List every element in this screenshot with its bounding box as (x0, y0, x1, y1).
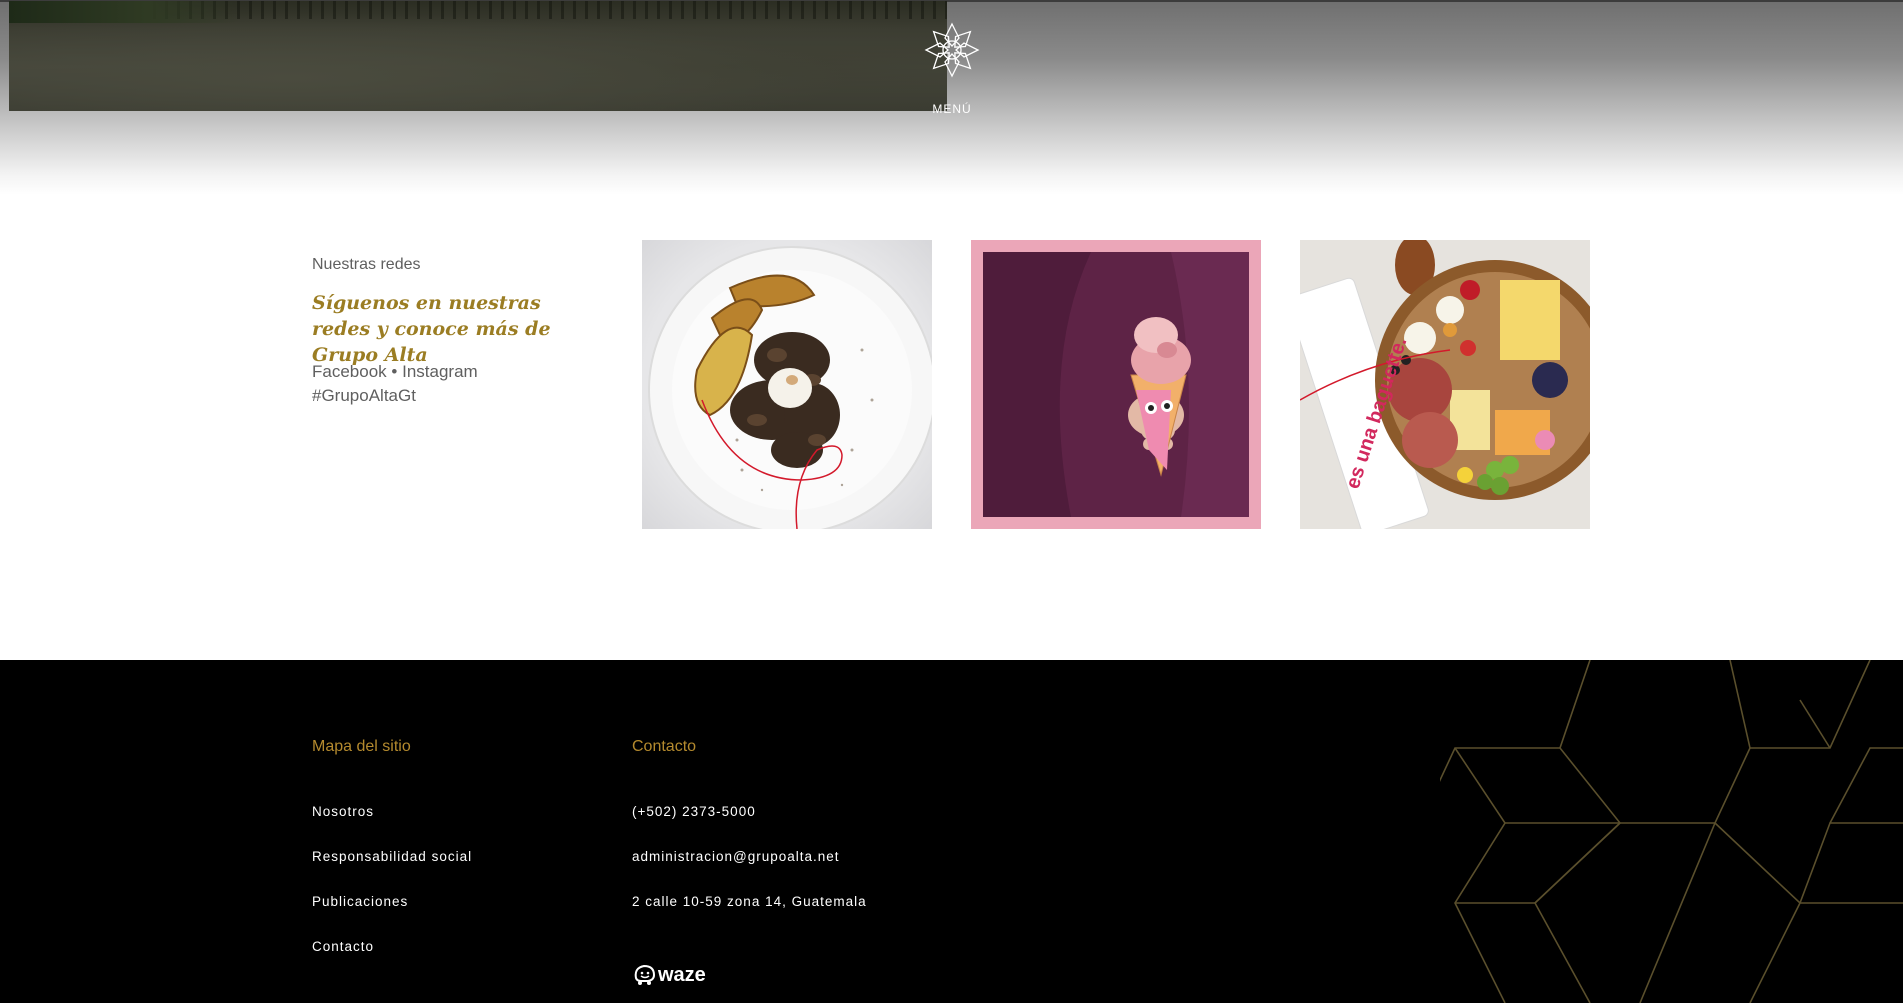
social-headline: Síguenos en nuestras redes y conoce más … (312, 292, 551, 366)
footer-link-publicaciones[interactable]: Publicaciones (312, 894, 408, 909)
instagram-post-2[interactable] (971, 240, 1261, 529)
mushroom-toast-dish-photo (648, 246, 932, 529)
footer-link-nosotros[interactable]: Nosotros (312, 804, 374, 819)
contact-heading: Contacto (632, 738, 697, 755)
footer-link-contacto[interactable]: Contacto (312, 939, 374, 954)
contact-email[interactable]: administracion@grupoalta.net (632, 849, 840, 864)
link-separator: • (391, 362, 398, 381)
ice-cream-cone-photo (983, 252, 1249, 517)
waze-link[interactable]: waze (632, 962, 732, 991)
facebook-link[interactable]: Facebook (312, 362, 387, 381)
contact-phone[interactable]: (+502) 2373-5000 (632, 804, 756, 819)
social-links: Facebook • Instagram (312, 360, 478, 384)
geometric-pattern (1440, 660, 1903, 1003)
social-eyebrow: Nuestras redes (312, 256, 421, 273)
footer: Mapa del sitio Contacto Nosotros Respons… (0, 660, 1903, 1003)
instagram-post-1[interactable] (642, 240, 932, 529)
footer-link-responsabilidad-social[interactable]: Responsabilidad social (312, 849, 472, 864)
contact-address: 2 calle 10-59 zona 14, Guatemala (632, 894, 867, 909)
flower-logo-icon[interactable] (924, 22, 980, 78)
instagram-post-3[interactable]: es una baguette. (1300, 240, 1590, 529)
instagram-link[interactable]: Instagram (402, 362, 478, 381)
sitemap-heading: Mapa del sitio (312, 738, 411, 755)
hero-image (9, 1, 947, 111)
waze-icon: waze (634, 964, 706, 986)
charcuterie-board-photo: es una baguette. (1300, 240, 1590, 529)
waze-wordmark: waze (657, 964, 706, 986)
menu-label[interactable]: MENÚ (912, 102, 992, 116)
hashtag: #GrupoAltaGt (312, 386, 416, 405)
